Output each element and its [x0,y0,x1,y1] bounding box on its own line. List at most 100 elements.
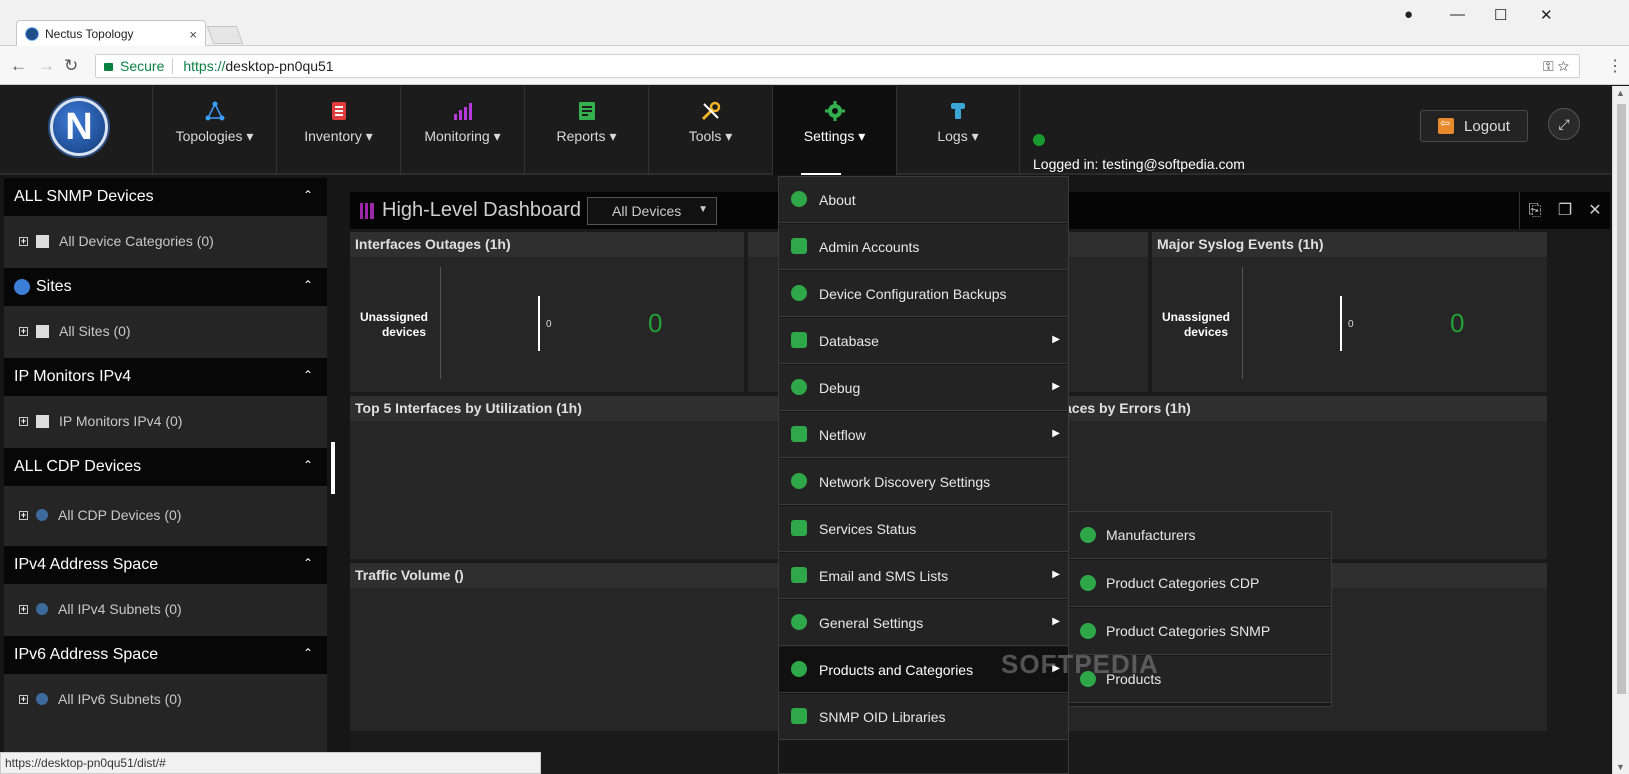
chart-bars-icon [360,202,374,219]
tree-item-label: All IPv4 Subnets (0) [58,601,182,617]
sidebar-head-ipv6[interactable]: IPv6 Address Space ⌃ [4,636,327,674]
scroll-up-icon[interactable]: ▲ [1616,88,1625,98]
sidebar-body: + All IPv4 Subnets (0) [4,584,327,636]
profile-icon[interactable]: ● [1404,6,1413,23]
category-icon [36,234,49,248]
sidebar-head-sites[interactable]: Sites ⌃ [4,268,327,306]
sidebar-head-ipv4[interactable]: IPv4 Address Space ⌃ [4,546,327,584]
logout-button[interactable]: Logout [1420,110,1528,142]
submenu-item-categories-cdp[interactable]: Product Categories CDP [1069,560,1331,607]
section-title: ALL CDP Devices [14,458,142,475]
expand-plus-icon[interactable]: + [19,326,28,336]
expand-plus-icon[interactable]: + [19,694,28,704]
menu-label: Netflow [819,426,866,443]
device-filter-value: All Devices [612,203,682,219]
expand-plus-icon[interactable]: + [19,416,28,426]
menu-item-snmp-oid[interactable]: SNMP OID Libraries [779,694,1068,740]
menu-label: Debug [819,379,861,396]
tree-item[interactable]: + All Device Categories (0) [19,233,214,249]
nav-tools[interactable]: Tools ▾ [648,86,772,175]
tree-item[interactable]: + All Sites (0) [19,323,131,339]
nav-logs[interactable]: Logs ▾ [896,86,1020,175]
submenu-label: Product Categories SNMP [1106,623,1271,639]
page-scrollbar[interactable]: ▲ ▼ [1612,86,1629,774]
close-icon[interactable]: ✕ [1580,192,1610,229]
tree-item[interactable]: + All IPv4 Subnets (0) [19,601,182,617]
menu-item-config-backups[interactable]: Device Configuration Backups [779,271,1068,317]
menu-item-network-discovery[interactable]: Network Discovery Settings [779,459,1068,505]
nectus-logo[interactable]: N [50,98,108,156]
collapse-caret-icon[interactable]: ⌃ [303,278,313,292]
expand-plus-icon[interactable]: + [19,604,28,614]
browser-titlebar: Nectus Topology × ● — ☐ ✕ [0,0,1629,47]
menu-item-general-settings[interactable]: General Settings ▶ [779,600,1068,646]
collapse-caret-icon[interactable]: ⌃ [303,368,313,382]
window-close-icon[interactable]: ✕ [1540,6,1553,24]
paperclip-icon[interactable]: ⎘ [1520,192,1550,229]
menu-item-services-status[interactable]: Services Status [779,506,1068,552]
reload-icon[interactable]: ↻ [64,56,78,76]
browser-menu-icon[interactable]: ⋮ [1607,56,1623,76]
tag-icon [1080,575,1096,591]
tree-item[interactable]: + IP Monitors IPv4 (0) [19,413,182,429]
nav-label: Tools ▾ [688,128,733,144]
collapse-caret-icon[interactable]: ⌃ [303,458,313,472]
browser-tab[interactable]: Nectus Topology × [16,20,206,47]
nav-reports[interactable]: Reports ▾ [524,86,648,175]
scroll-thumb[interactable] [1617,104,1626,694]
menu-item-about[interactable]: About [779,177,1068,223]
new-tab-button[interactable] [206,26,244,44]
collapse-caret-icon[interactable]: ⌃ [303,646,313,660]
key-star-icons[interactable]: ⚿ ☆ [1543,58,1569,75]
nav-monitoring[interactable]: Monitoring ▾ [400,86,524,175]
menu-item-database[interactable]: Database ▶ [779,318,1068,364]
address-bar-row: ← → ↻ Secure https:// desktop-pn0qu51 ⚿ … [0,46,1629,85]
sidebar-scrollbar[interactable] [331,442,335,494]
menu-item-netflow[interactable]: Netflow ▶ [779,412,1068,458]
menu-item-email-sms[interactable]: Email and SMS Lists ▶ [779,553,1068,599]
collapse-caret-icon[interactable]: ⌃ [303,188,313,202]
settings-dropdown-menu: About Admin Accounts Device Configuratio… [778,176,1069,774]
menu-item-admin-accounts[interactable]: Admin Accounts [779,224,1068,270]
top-navbar: N Topologies ▾ Inventory ▾ Monitoring ▾ … [0,86,1612,175]
branch-icon [791,661,807,677]
topology-icon [205,101,224,121]
submenu-item-categories-snmp[interactable]: Product Categories SNMP [1069,608,1331,655]
panel-value: 0 [648,308,663,338]
menu-item-debug[interactable]: Debug ▶ [779,365,1068,411]
chart-axis [1242,267,1243,379]
expand-plus-icon[interactable]: + [19,510,28,520]
sidebar-head-snmp[interactable]: ALL SNMP Devices ⌃ [4,178,327,216]
nav-topologies[interactable]: Topologies ▾ [152,86,276,175]
forward-icon[interactable]: → [38,56,55,76]
sidebar-body: + All Sites (0) [4,306,327,358]
minimize-icon[interactable]: — [1450,6,1465,23]
scroll-down-icon[interactable]: ▼ [1616,762,1625,772]
tree-item[interactable]: + All IPv6 Subnets (0) [19,691,182,707]
panel-interfaces-outages: Interfaces Outages (1h) Unassigned devic… [350,232,744,392]
section-title: Sites [36,278,72,295]
submenu-arrow-icon: ▶ [1052,428,1060,439]
sidebar-head-ipmon[interactable]: IP Monitors IPv4 ⌃ [4,358,327,396]
monitoring-icon [453,103,472,120]
expand-plus-icon[interactable]: + [19,236,28,246]
device-filter-select[interactable]: All Devices ▼ [587,197,717,225]
maximize-icon[interactable]: ☐ [1494,6,1507,24]
submenu-item-manufacturers[interactable]: Manufacturers [1069,512,1331,559]
gear-icon [791,614,807,630]
panel-title: Interfaces Outages (1h) [350,232,744,257]
fullscreen-expand-icon[interactable]: ⤢ [1548,108,1580,140]
panel-syslog: Major Syslog Events (1h) Unassigned devi… [1152,232,1547,392]
tree-item[interactable]: + All CDP Devices (0) [19,507,181,523]
back-icon[interactable]: ← [10,56,27,76]
tab-close-icon[interactable]: × [189,27,197,42]
eye-icon [791,473,807,489]
bug-icon [791,379,807,395]
sidebar-head-cdp[interactable]: ALL CDP Devices ⌃ [4,448,327,486]
page-title: High-Level Dashboard [382,199,582,221]
nav-settings[interactable]: Settings ▾ [772,86,896,175]
nav-inventory[interactable]: Inventory ▾ [276,86,400,175]
url-input[interactable]: Secure https:// desktop-pn0qu51 ⚿ ☆ [95,54,1580,78]
restore-window-icon[interactable]: ❐ [1550,192,1580,229]
collapse-caret-icon[interactable]: ⌃ [303,556,313,570]
